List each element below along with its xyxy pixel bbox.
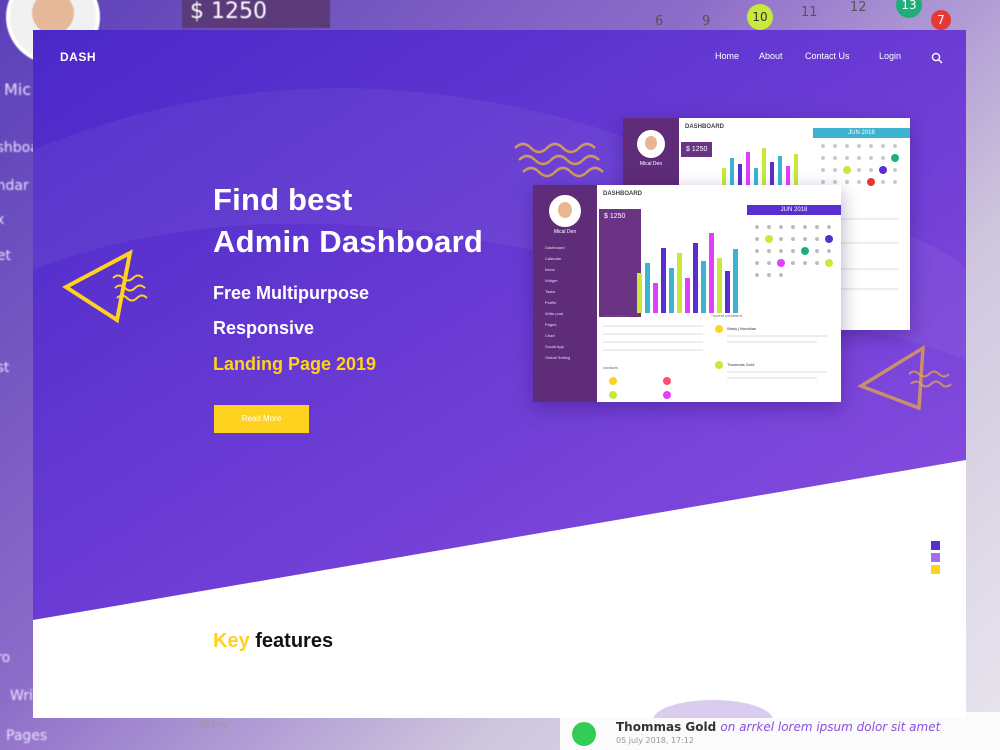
mockup-row xyxy=(603,325,703,327)
mockup-menu-item: Tasks xyxy=(545,289,556,294)
mockup-contact-avatar xyxy=(609,391,617,399)
mockup-comment-avatar xyxy=(715,325,723,333)
mockup-comment-author: Warly j Numbian xyxy=(727,326,757,331)
mockup-calendar-header: JUN 2018 xyxy=(813,128,910,138)
mockup-title: DASHBOARD xyxy=(603,191,642,197)
hero-subtitle-1: Free Multipurpose xyxy=(213,283,370,303)
backdrop-side-label: endar xyxy=(0,178,29,194)
mockup-menu-item: Profile xyxy=(545,300,557,305)
mockup-chart xyxy=(722,148,798,188)
hero-subtitle-3: Landing Page 2019 xyxy=(213,354,377,374)
key-features-rest: features xyxy=(255,630,334,652)
backdrop-cal-day: 9 xyxy=(702,14,711,29)
mockup-panel-title: recent comment xyxy=(713,313,742,318)
mockup-title: DASHBOARD xyxy=(685,124,724,130)
mockup-row xyxy=(727,341,817,343)
mockup-row xyxy=(603,333,703,335)
backdrop-side-label: Mic xyxy=(4,80,32,99)
mockup-menu-item: Pages xyxy=(545,322,557,327)
mockup-avatar xyxy=(637,130,665,158)
backdrop-sidebar: Mic ashboard endar ox get ost Pro Writ P… xyxy=(0,60,53,750)
mockup-menu-item: Chart xyxy=(545,333,555,338)
nav-contact[interactable]: Contact Us xyxy=(805,51,850,61)
mockup-avatar xyxy=(549,195,581,227)
mockup-price: $ 1250 xyxy=(681,142,713,157)
mockup-menu-item: Social App xyxy=(545,344,564,349)
color-swatch xyxy=(931,565,940,574)
backdrop-cal-day: 10 xyxy=(747,4,773,30)
color-swatch xyxy=(931,541,940,550)
logo[interactable]: DASH xyxy=(60,50,96,64)
mockup-contact-avatar xyxy=(663,377,671,385)
backdrop-comment-avatar xyxy=(572,722,596,746)
mockup-comment-avatar xyxy=(715,361,723,369)
backdrop-price: $ 1250 xyxy=(182,0,330,28)
mockup-comment-author: Thommas Gold xyxy=(727,362,755,367)
dashboard-mockup-front: Mical Den Dashboard Calendar Inbox Widge… xyxy=(533,185,841,402)
backdrop-cal-day: 7 xyxy=(931,10,951,30)
mockup-row xyxy=(603,349,703,351)
backdrop-comment-author: Thommas Gold xyxy=(616,720,717,734)
backdrop-side-label: get xyxy=(0,248,11,264)
backdrop-comment-date: 05 july 2018, 17:12 xyxy=(616,736,695,745)
hero-title-line2: Admin Dashboard xyxy=(213,224,483,259)
nav-about[interactable]: About xyxy=(759,51,783,61)
mockup-calendar-header: JUN 2018 xyxy=(747,205,841,215)
mockup-menu-item: Inbox xyxy=(545,267,555,272)
backdrop-comment-line: Thommas Gold on arrkel lorem ipsum dolor… xyxy=(616,720,940,734)
mockup-chart xyxy=(637,233,738,313)
mockup-row xyxy=(727,335,827,337)
key-features-highlight: Key xyxy=(213,630,250,652)
mockup-user-name: Mical Den xyxy=(639,161,663,167)
mockup-user-name: Mical Den xyxy=(553,229,577,235)
search-icon[interactable] xyxy=(931,52,943,64)
key-features-heading: Key features xyxy=(213,630,333,653)
backdrop-cal-day: 12 xyxy=(850,0,867,15)
backdrop-side-label: ost xyxy=(0,360,10,376)
mockup-contact-avatar xyxy=(609,377,617,385)
mockup-row xyxy=(603,341,703,343)
mockup-menu-item: Calendar xyxy=(545,256,562,261)
nav-home[interactable]: Home xyxy=(715,51,739,61)
mockup-menu-item: Dashboard xyxy=(545,245,565,250)
landing-page: DASH Home About Contact Us Login Find be… xyxy=(33,30,966,718)
hero-title-line1: Find best xyxy=(213,182,353,217)
backdrop-cal-day: 6 xyxy=(655,14,664,29)
mockup-calendar xyxy=(755,225,833,277)
backdrop-side-label: ox xyxy=(0,212,5,228)
backdrop-side-label: Pro xyxy=(0,650,11,666)
nav-login[interactable]: Login xyxy=(879,51,901,61)
mockup-contact-avatar xyxy=(663,391,671,399)
mockup-panel-title: contacts xyxy=(603,365,618,370)
mockup-menu-item: Widget xyxy=(545,278,558,283)
mockup-row xyxy=(727,371,827,373)
read-more-button[interactable]: Read More xyxy=(214,405,309,433)
backdrop-cal-day: 13 xyxy=(896,0,922,18)
mockup-row xyxy=(727,377,817,379)
mockup-menu-item: Global Setting xyxy=(545,355,571,360)
backdrop-small-text: 90 July xyxy=(198,720,229,730)
backdrop-comment-text: on arrkel lorem ipsum dolor sit amet xyxy=(720,720,941,734)
backdrop-side-label: Pages xyxy=(6,728,48,744)
hero-subtitle-2: Responsive xyxy=(213,318,315,338)
backdrop-cal-day: 11 xyxy=(801,5,818,20)
mockup-menu-item: Write post xyxy=(545,311,563,316)
mockup-panel-title: recent orders xyxy=(603,313,627,318)
color-swatch xyxy=(931,553,940,562)
